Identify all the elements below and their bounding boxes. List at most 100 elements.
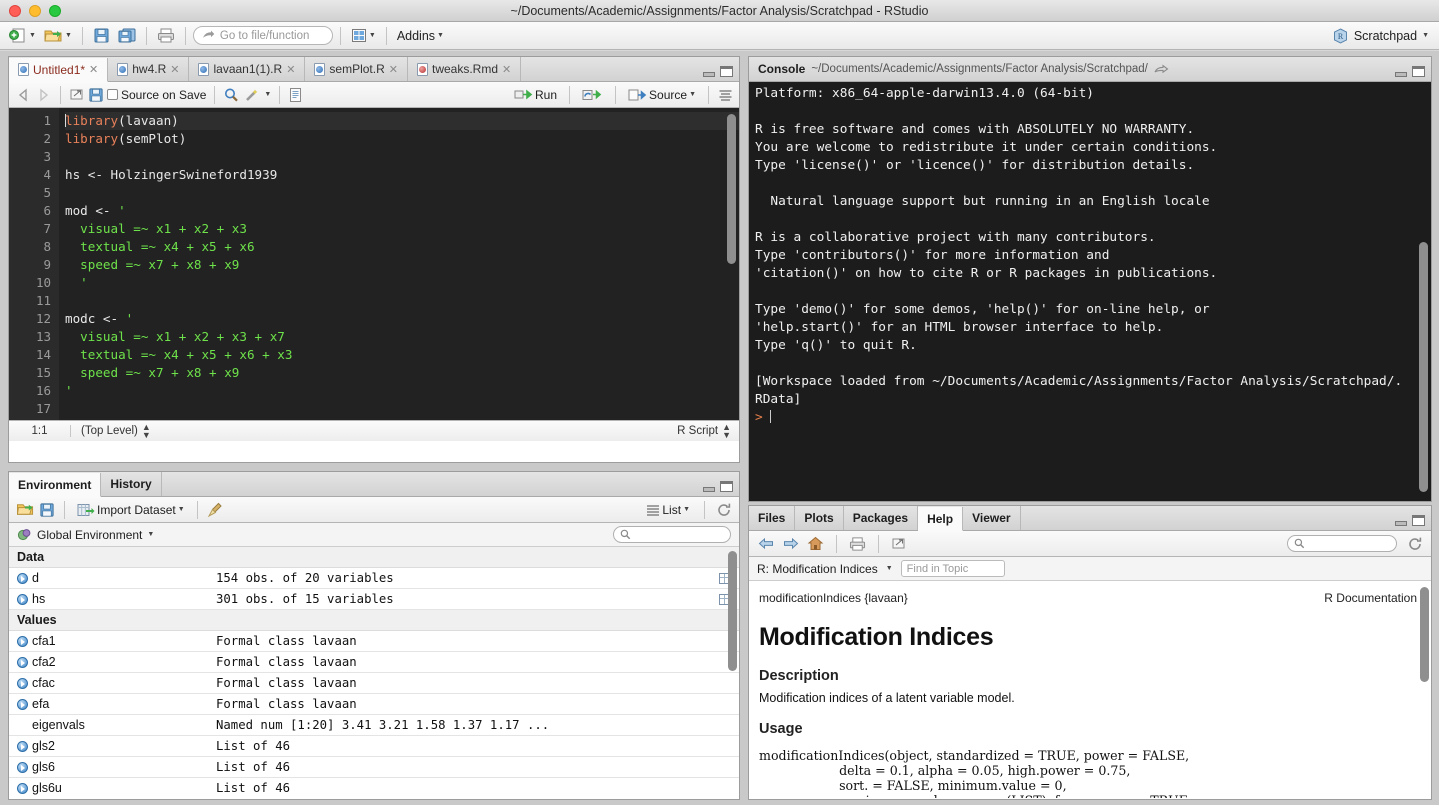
help-search-input[interactable]	[1287, 535, 1397, 552]
show-in-new-window-icon[interactable]	[891, 536, 907, 551]
back-arrow-icon[interactable]	[757, 536, 775, 551]
expand-object-icon[interactable]	[17, 593, 28, 605]
project-indicator[interactable]: R Scratchpad ▼	[1332, 27, 1429, 44]
environment-row[interactable]: cfa1 Formal class lavaan	[9, 631, 739, 652]
source-on-save-checkbox[interactable]	[107, 89, 118, 100]
environment-row[interactable]: gls6u List of 46	[9, 778, 739, 797]
console-output-area[interactable]: Platform: x86_64-apple-darwin13.4.0 (64-…	[749, 82, 1431, 501]
minimize-pane-button[interactable]	[703, 487, 715, 492]
goto-file-function-input[interactable]: Go to file/function	[192, 26, 333, 45]
find-replace-icon[interactable]	[223, 87, 240, 103]
environment-search-input[interactable]	[613, 526, 731, 543]
code-line[interactable]: hs <- HolzingerSwineford1939	[65, 166, 739, 184]
pane-layout-button[interactable]: ▼	[348, 26, 379, 45]
close-tab-icon[interactable]: ✕	[389, 63, 398, 76]
show-in-new-window-icon[interactable]	[1154, 63, 1169, 76]
expand-object-icon[interactable]	[17, 656, 28, 668]
save-button[interactable]	[90, 25, 113, 46]
source-tab-untitled1-[interactable]: Untitled1* ✕	[9, 58, 109, 82]
code-line[interactable]: library(semPlot)	[65, 130, 739, 148]
expand-object-icon[interactable]	[17, 782, 28, 794]
code-line[interactable]	[65, 400, 739, 418]
maximize-pane-button[interactable]	[1412, 66, 1425, 77]
tab-files[interactable]: Files	[749, 506, 796, 530]
code-line[interactable]: modc <- '	[65, 310, 739, 328]
tab-history[interactable]: History	[101, 472, 162, 496]
expand-object-icon[interactable]	[17, 740, 28, 752]
minimize-pane-button[interactable]	[1395, 521, 1407, 526]
tab-help[interactable]: Help	[918, 507, 964, 531]
code-line[interactable]: visual =~ x1 + x2 + x3	[65, 220, 739, 238]
code-line[interactable]: textual =~ x4 + x5 + x6 + x3	[65, 346, 739, 364]
source-tab-lavaan1-1-r[interactable]: lavaan1(1).R ✕	[189, 57, 306, 81]
code-line[interactable]: '	[65, 274, 739, 292]
source-button[interactable]: Source ▼	[625, 86, 699, 104]
close-tab-icon[interactable]: ✕	[89, 63, 98, 76]
close-tab-icon[interactable]: ✕	[502, 63, 511, 76]
open-folder-icon[interactable]	[16, 501, 35, 518]
find-in-topic-input[interactable]: Find in Topic	[900, 560, 1005, 577]
code-line[interactable]: '	[65, 382, 739, 400]
environment-row[interactable]: efa Formal class lavaan	[9, 694, 739, 715]
editor-scrollbar[interactable]	[727, 114, 736, 264]
minimize-pane-button[interactable]	[1395, 72, 1407, 77]
code-line[interactable]: library(lavaan)	[65, 112, 739, 130]
save-all-button[interactable]	[115, 25, 139, 46]
broom-clear-icon[interactable]	[207, 502, 224, 518]
tab-packages[interactable]: Packages	[844, 506, 919, 530]
code-line[interactable]	[65, 184, 739, 202]
compile-report-icon[interactable]	[288, 87, 303, 103]
help-topic-selector[interactable]: R: Modification Indices	[757, 562, 878, 576]
code-line[interactable]: speed =~ x7 + x8 + x9	[65, 256, 739, 274]
environment-scope-selector[interactable]: Global Environment ▼	[9, 523, 739, 547]
close-tab-icon[interactable]: ✕	[286, 63, 295, 76]
code-line[interactable]: speed =~ x7 + x8 + x9	[65, 364, 739, 382]
open-file-button[interactable]: ▼	[41, 25, 75, 47]
run-button[interactable]: Run	[511, 86, 560, 104]
code-line[interactable]: visual =~ x1 + x2 + x3 + x7	[65, 328, 739, 346]
expand-object-icon[interactable]	[17, 635, 28, 647]
tab-environment[interactable]: Environment	[9, 473, 102, 497]
tab-plots[interactable]: Plots	[795, 506, 844, 530]
chevron-down-icon[interactable]: ▼	[264, 91, 271, 98]
environment-row[interactable]: gls6 List of 46	[9, 757, 739, 778]
refresh-icon[interactable]	[1407, 536, 1423, 552]
environment-row[interactable]: eigenvals Named num [1:20] 3.41 3.21 1.58…	[9, 715, 739, 736]
maximize-pane-button[interactable]	[1412, 515, 1425, 526]
code-editor[interactable]: 12345678910111213141516171819 library(la…	[9, 108, 739, 420]
code-text-area[interactable]: library(lavaan) library(semPlot) hs <- Ho…	[59, 108, 739, 420]
environment-row[interactable]: cfac Formal class lavaan	[9, 673, 739, 694]
code-tools-magic-wand-icon[interactable]	[243, 87, 261, 103]
environment-object-list[interactable]: Data d 154 obs. of 20 variables hs 301 obs. …	[9, 547, 739, 797]
expand-object-icon[interactable]	[17, 572, 28, 584]
import-dataset-button[interactable]: Import Dataset ▼	[74, 500, 188, 520]
source-tab-hw4-r[interactable]: hw4.R ✕	[108, 57, 190, 81]
expand-object-icon[interactable]	[17, 677, 28, 689]
new-file-button[interactable]: ▼	[6, 25, 39, 47]
scope-selector[interactable]: (Top Level) ▲ ▼	[71, 423, 151, 440]
close-tab-icon[interactable]: ✕	[170, 63, 179, 76]
show-in-new-window-icon[interactable]	[69, 87, 85, 102]
environment-scrollbar[interactable]	[728, 551, 737, 671]
source-tab-semplot-r[interactable]: semPlot.R ✕	[305, 57, 408, 81]
help-scrollbar[interactable]	[1420, 587, 1429, 682]
forward-arrow-icon[interactable]	[35, 88, 52, 102]
addins-menu-button[interactable]: Addins ▼	[394, 27, 447, 45]
environment-row[interactable]: hs 301 obs. of 15 variables	[9, 589, 739, 610]
save-icon[interactable]	[88, 87, 104, 103]
document-outline-icon[interactable]	[718, 88, 733, 102]
environment-row[interactable]: cfa2 Formal class lavaan	[9, 652, 739, 673]
expand-object-icon[interactable]	[17, 698, 28, 710]
help-document-body[interactable]: modificationIndices {lavaan} R Documenta…	[749, 581, 1431, 798]
minimize-pane-button[interactable]	[703, 72, 715, 77]
console-scrollbar[interactable]	[1419, 242, 1428, 492]
home-icon[interactable]	[807, 536, 824, 551]
source-tab-tweaks-rmd[interactable]: tweaks.Rmd ✕	[408, 57, 522, 81]
refresh-icon[interactable]	[716, 502, 732, 518]
save-icon[interactable]	[39, 502, 55, 518]
expand-object-icon[interactable]	[17, 761, 28, 773]
code-line[interactable]	[65, 148, 739, 166]
forward-arrow-icon[interactable]	[782, 536, 800, 551]
code-line[interactable]	[65, 292, 739, 310]
maximize-pane-button[interactable]	[720, 481, 733, 492]
